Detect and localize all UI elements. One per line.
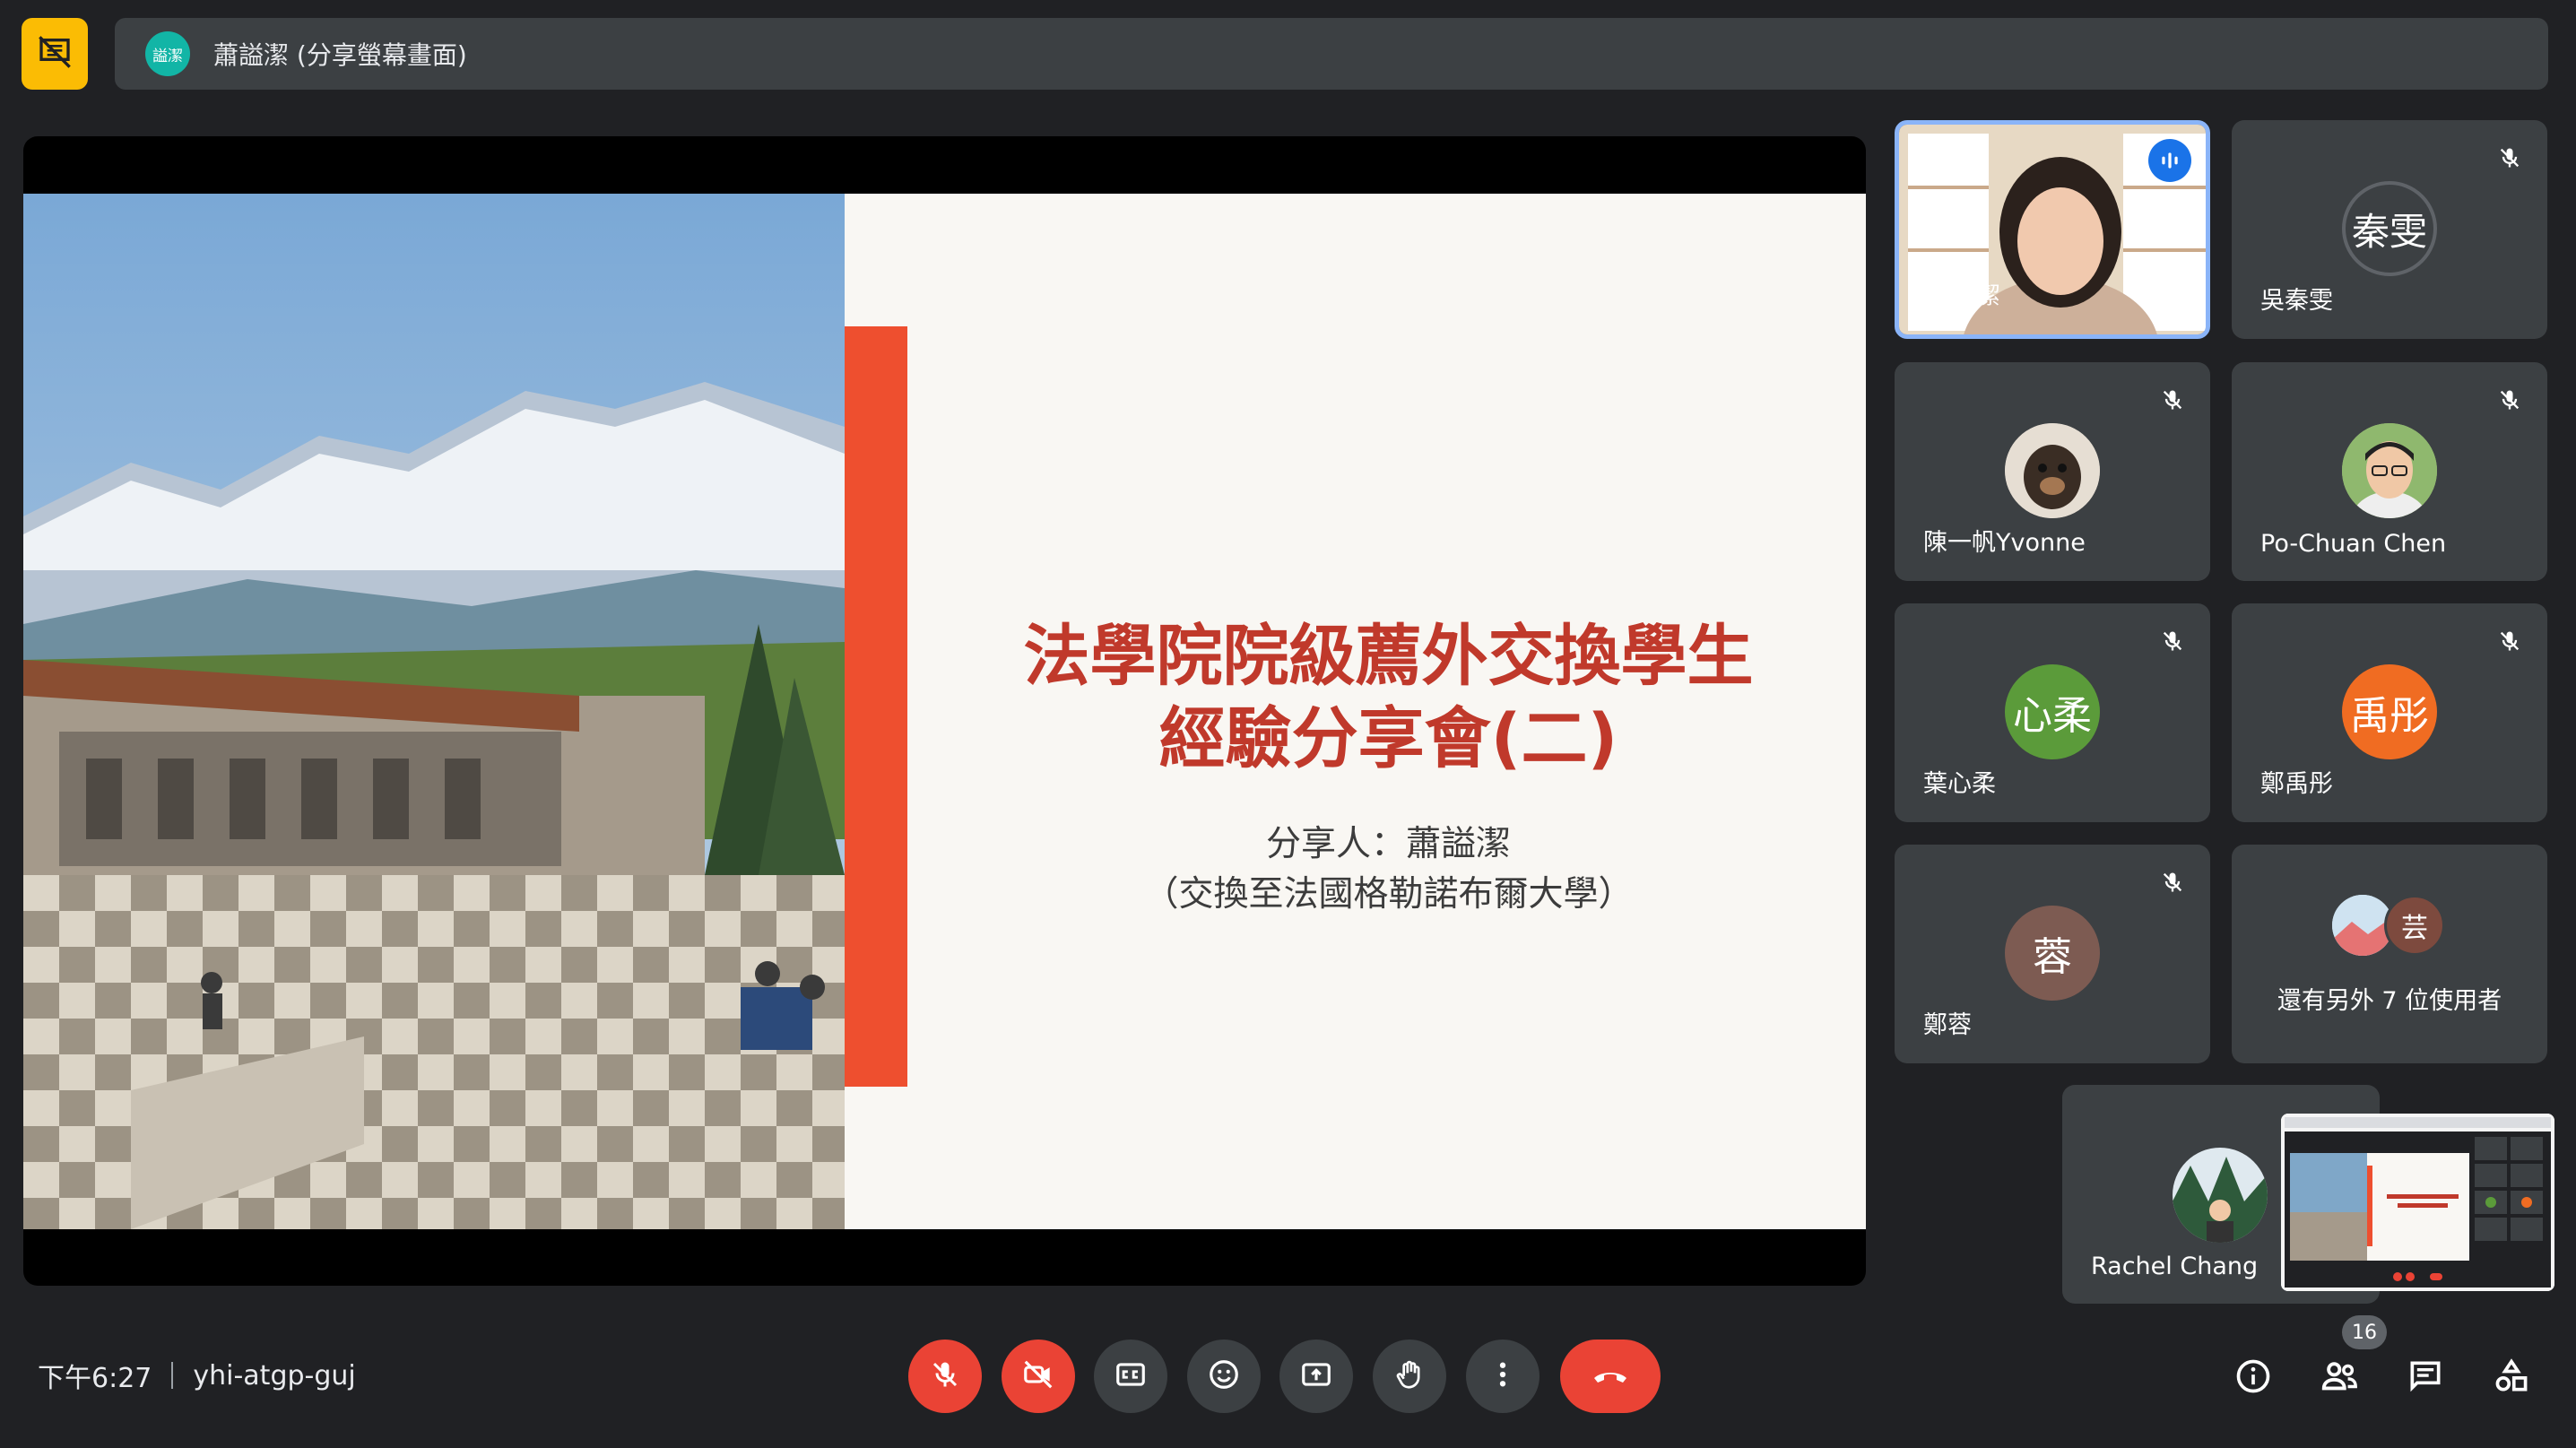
presenter-label: 蕭謚潔 (分享螢幕畫面) (213, 40, 467, 70)
slide-accent-bar (845, 326, 907, 1087)
participant-name: 陳一帆Yvonne (1923, 529, 2086, 557)
slide-presenter-info: 分享人：蕭謚潔 （交換至法國格勒諾布爾大學） (920, 819, 1857, 920)
participant-tile[interactable]: 陳一帆Yvonne (1895, 362, 2210, 581)
present-now-button[interactable] (1279, 1340, 1353, 1413)
presenting-badge[interactable] (22, 18, 88, 90)
camera-off-icon (1021, 1357, 1055, 1395)
participant-tile-self[interactable]: 蕭謚潔 (1895, 120, 2210, 339)
participant-name: Po-Chuan Chen (2260, 530, 2447, 558)
meeting-details: 下午6:27 yhi-atgp-guj (38, 1356, 356, 1395)
meeting-time: 下午6:27 (38, 1363, 152, 1394)
divider (171, 1362, 174, 1389)
participant-name: 鄭蓉 (1923, 1011, 1972, 1039)
more-participants-label: 還有另外 7 位使用者 (2277, 987, 2502, 1015)
mic-off-icon (2155, 864, 2190, 900)
avatar: 蓉 (2005, 906, 2100, 1001)
more-options-button[interactable] (1466, 1340, 1540, 1413)
presenter-avatar: 謚潔 (145, 31, 190, 76)
captions-icon (1114, 1357, 1148, 1395)
raise-hand-icon (1392, 1357, 1427, 1395)
reactions-button[interactable] (1187, 1340, 1261, 1413)
mic-toggle-button[interactable] (908, 1340, 982, 1413)
slide-title: 法學院院級薦外交換學生 經驗分享會(二) (920, 615, 1857, 780)
avatar (2173, 1148, 2268, 1243)
avatar: 秦雯 (2342, 181, 2437, 276)
self-view-thumbnail[interactable] (2281, 1114, 2554, 1291)
mic-off-icon (929, 1358, 961, 1394)
more-participants-tile[interactable]: 芸 還有另外 7 位使用者 (2232, 845, 2547, 1063)
activities-button[interactable] (2489, 1356, 2534, 1400)
mic-off-icon (2155, 623, 2190, 659)
presentation-slide: 法學院院級薦外交換學生 經驗分享會(二) 分享人：蕭謚潔 （交換至法國格勒諾布爾… (23, 194, 1866, 1229)
slide-presenter-line: 分享人：蕭謚潔 (1265, 824, 1511, 864)
campus-photo (23, 194, 845, 1229)
present-icon (37, 34, 73, 74)
participant-name: 吳秦雯 (2260, 287, 2333, 315)
call-end-icon (1589, 1353, 1632, 1400)
people-icon (2319, 1356, 2360, 1400)
participant-tile[interactable]: Po-Chuan Chen (2232, 362, 2547, 581)
mic-off-icon (2492, 140, 2528, 176)
participant-tile[interactable]: 蓉 鄭蓉 (1895, 845, 2210, 1063)
speaking-indicator-icon (2148, 139, 2191, 182)
more-vert-icon (1486, 1357, 1520, 1395)
leave-call-button[interactable] (1560, 1340, 1661, 1413)
chat-icon (2406, 1357, 2445, 1400)
avatar: 心柔 (2005, 664, 2100, 759)
avatar: 芸 (2384, 895, 2445, 956)
participant-name: Rachel Chang (2091, 1253, 2259, 1280)
participant-tile[interactable]: 秦雯 吳秦雯 (2232, 120, 2547, 339)
participant-tile[interactable]: 心柔 葉心柔 (1895, 603, 2210, 822)
meeting-code[interactable]: yhi-atgp-guj (193, 1360, 355, 1392)
participant-name: 蕭謚潔 (1928, 282, 2000, 310)
mic-off-icon (2492, 382, 2528, 418)
captions-button[interactable] (1094, 1340, 1167, 1413)
avatar: 禹彤 (2342, 664, 2437, 759)
slide-title-line2: 經驗分享會(二) (1158, 700, 1618, 777)
avatar (2342, 423, 2437, 518)
camera-toggle-button[interactable] (1002, 1340, 1075, 1413)
people-count-badge: 16 (2342, 1315, 2387, 1349)
chat-button[interactable] (2403, 1356, 2448, 1400)
participant-tile[interactable]: 禹彤 鄭禹彤 (2232, 603, 2547, 822)
raise-hand-button[interactable] (1373, 1340, 1446, 1413)
present-screen-icon (1299, 1357, 1333, 1395)
mic-off-icon (2492, 623, 2528, 659)
info-icon (2233, 1357, 2273, 1400)
people-button[interactable] (2317, 1356, 2362, 1400)
emoji-icon (1207, 1357, 1241, 1395)
avatar (2005, 423, 2100, 518)
slide-subtitle-line: （交換至法國格勒諾布爾大學） (1143, 874, 1634, 915)
slide-title-line1: 法學院院級薦外交換學生 (1023, 618, 1754, 695)
meeting-info-button[interactable] (2231, 1356, 2276, 1400)
presenter-banner: 謚潔 蕭謚潔 (分享螢幕畫面) (115, 18, 2548, 90)
participant-name: 鄭禹彤 (2260, 770, 2333, 798)
activities-icon (2492, 1357, 2531, 1400)
mic-off-icon (2155, 382, 2190, 418)
shared-screen: 法學院院級薦外交換學生 經驗分享會(二) 分享人：蕭謚潔 （交換至法國格勒諾布爾… (23, 136, 1866, 1286)
participant-name: 葉心柔 (1923, 770, 1996, 798)
